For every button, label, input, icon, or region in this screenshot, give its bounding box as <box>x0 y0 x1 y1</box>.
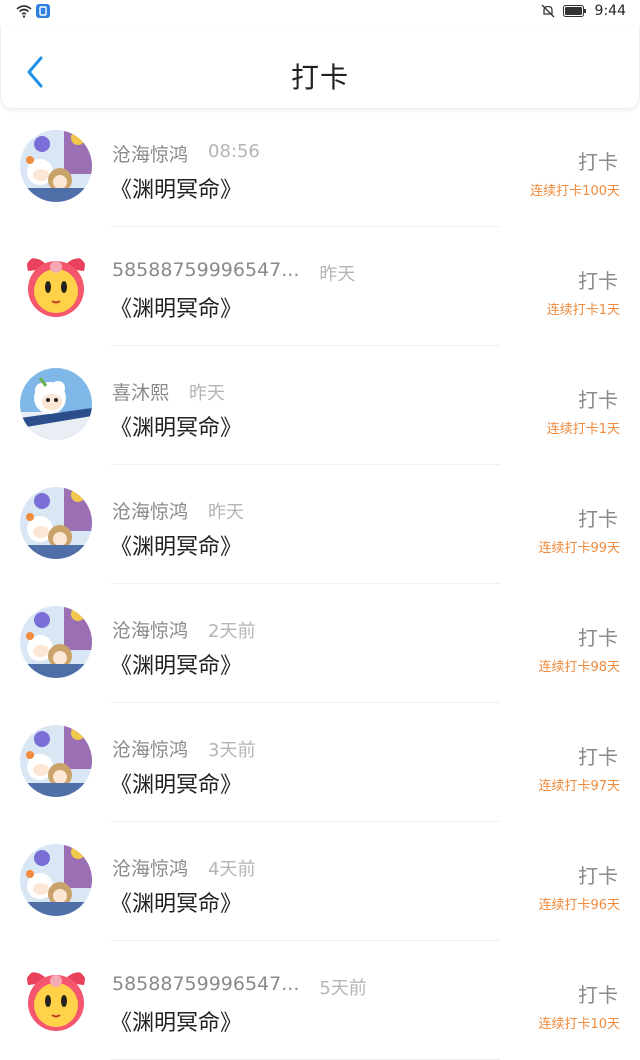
checkin-button[interactable]: 打卡 <box>578 384 618 413</box>
book-title[interactable]: 《渊明冥命》 <box>110 767 242 799</box>
post-time: 08:56 <box>208 141 260 162</box>
post-time: 2天前 <box>208 621 256 642</box>
header-bar: 打卡 <box>0 26 640 108</box>
post-time: 5天前 <box>319 978 367 999</box>
list-item[interactable]: 沧海惊鸿 昨天 《渊明冥命》 打卡 连续打卡99天 <box>0 465 640 584</box>
list-item[interactable]: 沧海惊鸿 3天前 《渊明冥命》 打卡 连续打卡97天 <box>0 703 640 822</box>
post-time: 昨天 <box>319 264 356 285</box>
user-name: 沧海惊鸿 <box>112 501 189 523</box>
book-title[interactable]: 《渊明冥命》 <box>110 291 242 323</box>
list-item[interactable]: 沧海惊鸿 2天前 《渊明冥命》 打卡 连续打卡98天 <box>0 584 640 703</box>
battery-icon <box>562 5 586 17</box>
streak-label: 连续打卡10天 <box>538 1017 620 1032</box>
avatar-pink-face[interactable] <box>20 249 92 321</box>
streak-label: 连续打卡97天 <box>538 779 620 794</box>
book-title[interactable]: 《渊明冥命》 <box>110 1005 242 1037</box>
checkin-button[interactable]: 打卡 <box>578 979 618 1008</box>
list-item[interactable]: 喜沐熙 昨天 《渊明冥命》 打卡 连续打卡1天 <box>0 346 640 465</box>
user-name: 沧海惊鸿 <box>112 144 189 166</box>
book-title[interactable]: 《渊明冥命》 <box>110 648 242 680</box>
checkin-button[interactable]: 打卡 <box>578 622 618 651</box>
wifi-icon <box>16 5 32 18</box>
checkin-button[interactable]: 打卡 <box>578 741 618 770</box>
app-badge-icon <box>36 4 50 18</box>
user-name: 沧海惊鸿 <box>112 858 189 880</box>
avatar-sheep-group[interactable] <box>20 725 92 797</box>
avatar-white-sheep[interactable] <box>20 368 92 440</box>
streak-label: 连续打卡1天 <box>546 303 620 318</box>
checkin-button[interactable]: 打卡 <box>578 265 618 294</box>
checkin-button[interactable]: 打卡 <box>578 503 618 532</box>
avatar-sheep-group[interactable] <box>20 844 92 916</box>
streak-label: 连续打卡100天 <box>530 184 620 199</box>
user-name: 58588759996547... <box>112 973 300 995</box>
user-name: 58588759996547... <box>112 259 300 281</box>
book-title[interactable]: 《渊明冥命》 <box>110 410 242 442</box>
status-time: 9:44 <box>594 3 626 19</box>
avatar-pink-face[interactable] <box>20 963 92 1035</box>
post-time: 昨天 <box>208 502 245 523</box>
post-time: 3天前 <box>208 740 256 761</box>
page-title: 打卡 <box>290 61 349 94</box>
book-title[interactable]: 《渊明冥命》 <box>110 886 242 918</box>
streak-label: 连续打卡98天 <box>538 660 620 675</box>
streak-label: 连续打卡1天 <box>546 422 620 437</box>
avatar-sheep-group[interactable] <box>20 606 92 678</box>
checkin-button[interactable]: 打卡 <box>578 146 618 175</box>
user-name: 沧海惊鸿 <box>112 620 189 642</box>
list-item[interactable]: 58588759996547... 5天前 《渊明冥命》 打卡 连续打卡10天 <box>0 941 640 1060</box>
post-time: 昨天 <box>189 383 226 404</box>
avatar-sheep-group[interactable] <box>20 487 92 559</box>
streak-label: 连续打卡99天 <box>538 541 620 556</box>
checkin-list: 沧海惊鸿 08:56 《渊明冥命》 打卡 连续打卡100天 5858875999… <box>0 108 640 1060</box>
post-time: 4天前 <box>208 859 256 880</box>
status-bar: 9:44 <box>0 0 640 26</box>
avatar-sheep-group[interactable] <box>20 130 92 202</box>
book-title[interactable]: 《渊明冥命》 <box>110 172 242 204</box>
checkin-button[interactable]: 打卡 <box>578 860 618 889</box>
user-name: 喜沐熙 <box>112 382 170 404</box>
list-item[interactable]: 沧海惊鸿 4天前 《渊明冥命》 打卡 连续打卡96天 <box>0 822 640 941</box>
list-item[interactable]: 58588759996547... 昨天 《渊明冥命》 打卡 连续打卡1天 <box>0 227 640 346</box>
book-title[interactable]: 《渊明冥命》 <box>110 529 242 561</box>
streak-label: 连续打卡96天 <box>538 898 620 913</box>
list-item[interactable]: 沧海惊鸿 08:56 《渊明冥命》 打卡 连续打卡100天 <box>0 108 640 227</box>
user-name: 沧海惊鸿 <box>112 739 189 761</box>
mute-icon <box>541 4 555 18</box>
